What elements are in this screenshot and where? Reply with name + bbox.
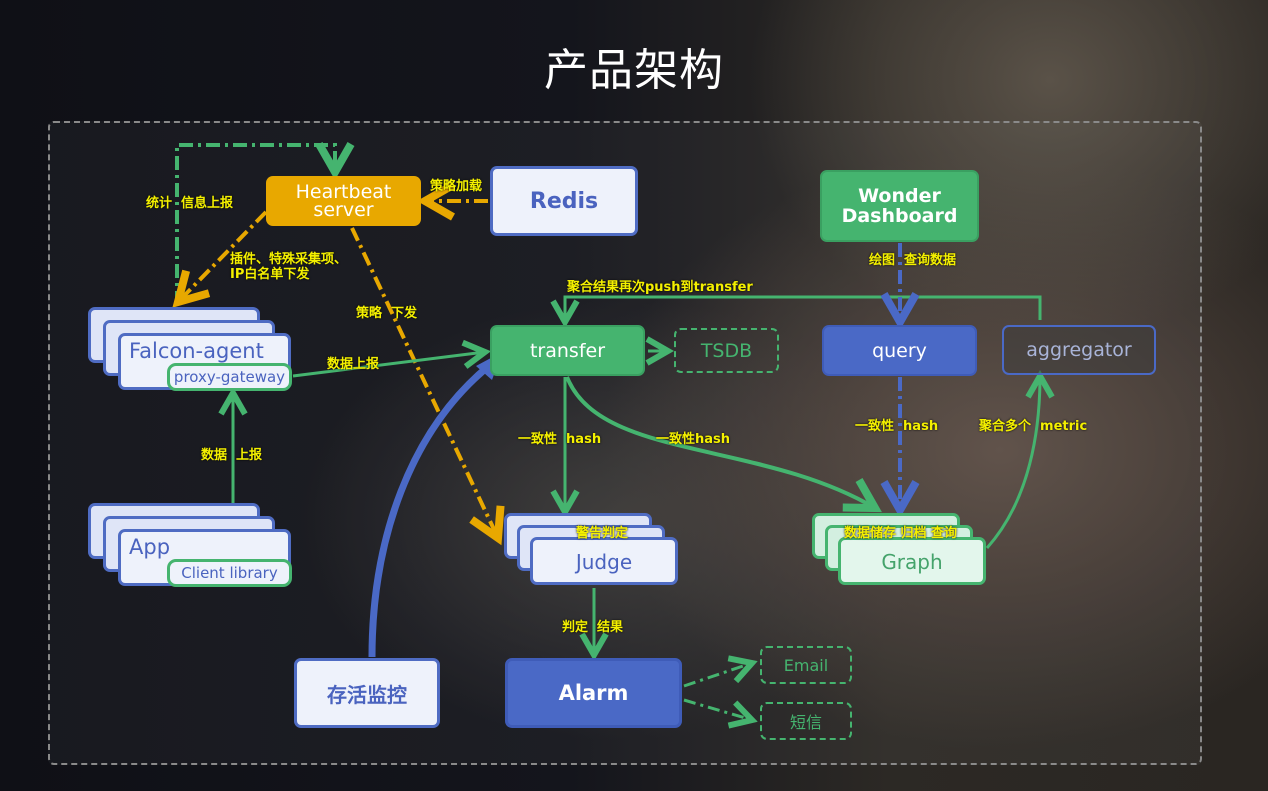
judge-tag: 警告判定 <box>576 526 629 541</box>
edge-data-report <box>292 352 485 378</box>
proxy-gateway-node[interactable]: proxy-gateway <box>167 363 292 391</box>
label-plugin-dispatch-2: IP白名单下发 <box>230 267 310 282</box>
label-policy-load: 策略加载 <box>430 179 483 194</box>
label-stats-report: 统计 信息上报 <box>146 196 234 211</box>
edge-alive-monitor <box>368 362 493 658</box>
label-data-report-app: 数据 上报 <box>201 448 263 463</box>
transfer-node[interactable]: transfer <box>490 325 645 376</box>
redis-node[interactable]: Redis <box>490 166 638 236</box>
label-hash-judge: 一致性 hash <box>518 432 602 447</box>
tsdb-node[interactable]: TSDB <box>674 328 779 373</box>
client-library-node[interactable]: Client library <box>167 559 292 587</box>
label-hash-graph: 一致性hash <box>656 432 731 447</box>
judge-label: Judge <box>575 550 633 574</box>
sms-label: 短信 <box>789 713 822 732</box>
graph-label: Graph <box>881 550 943 574</box>
label-judge-result: 判定 结果 <box>562 620 624 635</box>
aggregator-label: aggregator <box>1026 339 1132 361</box>
alarm-label: Alarm <box>558 681 629 705</box>
label-draw-query: 绘图 查询数据 <box>869 253 957 268</box>
alive-monitor-node[interactable]: 存活监控 <box>294 658 440 728</box>
wonder-label-2: Dashboard <box>841 205 958 227</box>
query-label: query <box>872 339 927 362</box>
sms-node[interactable]: 短信 <box>760 702 852 740</box>
heartbeat-server-node[interactable]: Heartbeat server <box>266 176 421 226</box>
alarm-node[interactable]: Alarm <box>505 658 682 728</box>
email-node[interactable]: Email <box>760 646 852 684</box>
transfer-label: transfer <box>529 339 606 362</box>
edge-policy-dispatch <box>350 227 498 538</box>
redis-label: Redis <box>529 188 599 214</box>
falcon-agent-label: Falcon-agent <box>129 339 264 363</box>
edge-aggregate-push <box>565 295 1042 322</box>
client-library-label: Client library <box>181 564 278 582</box>
heartbeat-label-2: server <box>313 199 374 221</box>
wonder-dashboard-node[interactable]: Wonder Dashboard <box>820 170 979 242</box>
app-label: App <box>129 535 171 559</box>
query-node[interactable]: query <box>822 325 977 376</box>
judge-node[interactable]: Judge <box>530 537 678 585</box>
label-hash-query: 一致性 hash <box>855 419 939 434</box>
label-data-report-agent: 数据上报 <box>327 357 380 372</box>
graph-tag: 数据储存 归档 查询 <box>844 526 958 541</box>
proxy-gateway-label: proxy-gateway <box>173 368 286 386</box>
label-aggregate-metric: 聚合多个 metric <box>979 419 1088 434</box>
graph-node[interactable]: Graph <box>838 537 986 585</box>
aggregator-node[interactable]: aggregator <box>1002 325 1156 375</box>
edge-email <box>683 663 752 688</box>
alive-monitor-label: 存活监控 <box>327 682 407 707</box>
label-policy-dispatch: 策略 下发 <box>356 306 418 321</box>
email-label: Email <box>783 655 829 675</box>
edge-sms <box>683 698 752 720</box>
tsdb-label: TSDB <box>700 339 753 362</box>
wonder-label-1: Wonder <box>858 185 941 207</box>
label-aggregate-push: 聚合结果再次push到transfer <box>567 280 753 295</box>
edge-aggregate-metric <box>985 376 1040 550</box>
